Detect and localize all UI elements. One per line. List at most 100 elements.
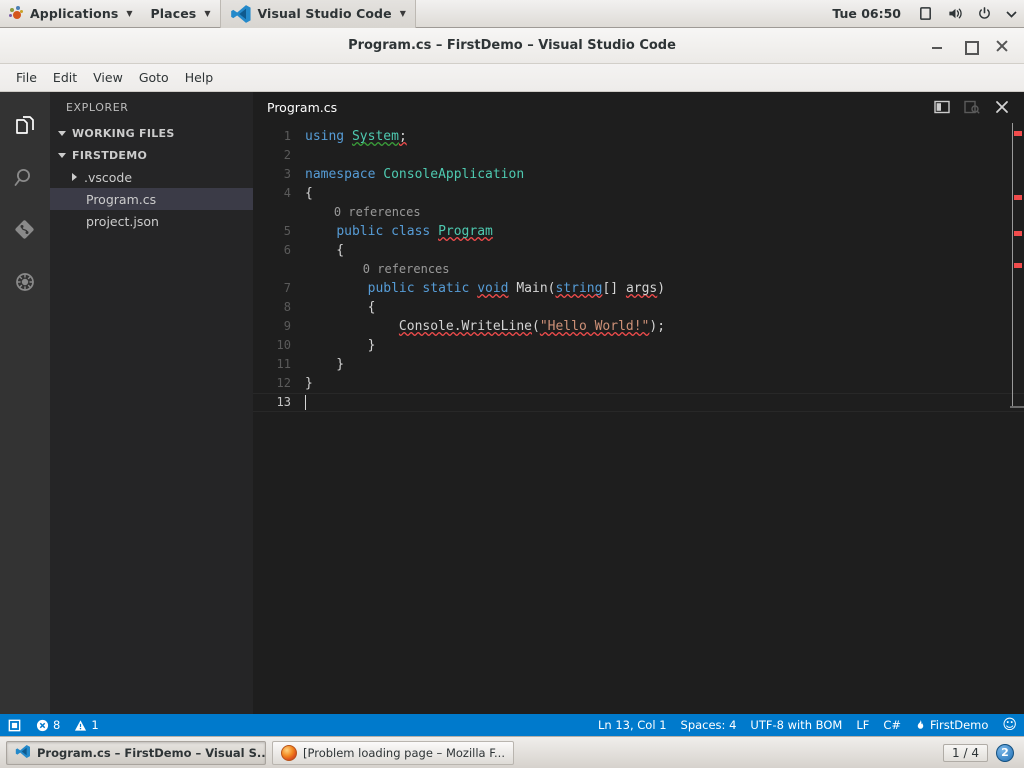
workspace-pager[interactable]: 1 / 4: [943, 743, 988, 762]
code-token: []: [602, 281, 626, 296]
status-language-mode[interactable]: C#: [876, 714, 908, 736]
overview-ruler[interactable]: [1010, 123, 1024, 714]
minimize-button[interactable]: [930, 38, 946, 54]
workbench-body: EXPLORER WORKING FILES FIRSTDEMO .vscode…: [0, 92, 1024, 714]
volume-icon[interactable]: [940, 6, 970, 21]
status-errors[interactable]: 8: [29, 714, 67, 736]
code-line[interactable]: 10 }: [253, 336, 1024, 355]
error-marker: [1014, 231, 1022, 236]
line-number: 2: [283, 148, 291, 162]
line-number: 6: [283, 243, 291, 257]
status-indentation[interactable]: Spaces: 4: [674, 714, 744, 736]
code-token: 0 references: [305, 262, 450, 276]
code-line[interactable]: 6 {: [253, 241, 1024, 260]
code-token: }: [305, 376, 313, 391]
sidebar-explorer: EXPLORER WORKING FILES FIRSTDEMO .vscode…: [50, 92, 253, 714]
desktop-taskbar: Program.cs – FirstDemo – Visual S... [Pr…: [0, 736, 1024, 768]
status-bar-left: 8 1: [0, 714, 106, 736]
files-icon: [16, 116, 34, 134]
panel-clock[interactable]: Tue 06:50: [822, 6, 911, 21]
sidebar-item-project-json[interactable]: project.json: [50, 210, 253, 232]
code-line-text: [253, 393, 1024, 412]
status-bar-right: Ln 13, Col 1 Spaces: 4 UTF-8 with BOM LF…: [591, 714, 1024, 736]
code-token: ): [657, 281, 666, 296]
status-cursor-position[interactable]: Ln 13, Col 1: [591, 714, 674, 736]
status-encoding[interactable]: UTF-8 with BOM: [743, 714, 849, 736]
code-line[interactable]: 0 references: [253, 203, 1024, 222]
code-token: "Hello World!": [539, 319, 650, 334]
menu-view[interactable]: View: [85, 67, 131, 88]
places-menu[interactable]: Places ▼: [142, 0, 220, 28]
menu-file[interactable]: File: [8, 67, 45, 88]
activitybar-item-source-control[interactable]: [0, 204, 50, 256]
vscode-window: Program.cs – FirstDemo – Visual Studio C…: [0, 28, 1024, 736]
sidebar-item-program-cs[interactable]: Program.cs: [50, 188, 253, 210]
sidebar-section-working-files[interactable]: WORKING FILES: [50, 122, 253, 144]
code-token: 0 references: [305, 205, 421, 219]
code-token: System: [351, 129, 399, 144]
code-line[interactable]: 4{: [253, 184, 1024, 203]
code-line[interactable]: 7 public static void Main(string[] args): [253, 279, 1024, 298]
split-editor-icon[interactable]: [934, 99, 950, 115]
tab-program-cs[interactable]: Program.cs: [253, 92, 352, 122]
code-line-text: Console.WriteLine("Hello World!");: [305, 317, 1024, 336]
window-titlebar: Program.cs – FirstDemo – Visual Studio C…: [0, 28, 1024, 64]
code-line-text: }: [305, 355, 1024, 374]
code-line[interactable]: 3 namespace ConsoleApplication: [253, 165, 1024, 184]
chevron-down-icon[interactable]: [999, 10, 1024, 18]
chevron-down-icon: ▼: [126, 9, 133, 18]
status-feedback-smiley[interactable]: ☺: [995, 714, 1024, 736]
status-eol[interactable]: LF: [849, 714, 876, 736]
workspace-badge[interactable]: 2: [996, 743, 1014, 762]
desktop-screen: Applications ▼ Places ▼ Visual Studio Co…: [0, 0, 1024, 768]
sidebar-item-vscode-folder[interactable]: .vscode: [50, 166, 253, 188]
activitybar-item-debug[interactable]: [0, 256, 50, 308]
status-project[interactable]: FirstDemo: [908, 714, 995, 736]
status-warnings[interactable]: 1: [67, 714, 105, 736]
taskbar-item-vscode[interactable]: Program.cs – FirstDemo – Visual S...: [6, 740, 266, 765]
code-line[interactable]: 12}: [253, 374, 1024, 393]
code-line[interactable]: 9 Console.WriteLine("Hello World!");: [253, 317, 1024, 336]
code-token: {: [305, 243, 345, 258]
menu-help[interactable]: Help: [177, 67, 222, 88]
display-icon[interactable]: [911, 6, 940, 21]
chevron-down-icon: [58, 130, 66, 136]
code-line[interactable]: 1 using System;: [253, 127, 1024, 146]
active-app-menu[interactable]: Visual Studio Code ▼: [219, 0, 416, 28]
code-line[interactable]: 11 }: [253, 355, 1024, 374]
activitybar-item-explorer[interactable]: [0, 100, 50, 152]
applications-menu[interactable]: Applications ▼: [0, 0, 142, 28]
code-token: );: [649, 319, 666, 334]
power-icon[interactable]: [970, 6, 999, 21]
code-line-text: public static void Main(string[] args): [305, 279, 1024, 298]
code-line[interactable]: 2: [253, 146, 1024, 165]
menu-goto[interactable]: Goto: [131, 67, 177, 88]
menu-edit[interactable]: Edit: [45, 67, 85, 88]
sidebar-section-firstdemo[interactable]: FIRSTDEMO: [50, 144, 253, 166]
code-line-text: {: [305, 241, 1024, 260]
line-number: 4: [283, 186, 291, 200]
editor-group: Program.cs 1 using System; 2 3 namespace…: [253, 92, 1024, 714]
taskbar-right: 1 / 4 2: [943, 743, 1018, 762]
code-line[interactable]: 8 {: [253, 298, 1024, 317]
code-content[interactable]: 1 using System; 2 3 namespace ConsoleApplica…: [253, 123, 1024, 714]
line-number: 13: [276, 395, 291, 409]
scrollbar-thumb[interactable]: [1012, 123, 1013, 408]
taskbar-item-firefox[interactable]: [Problem loading page – Mozilla F...: [272, 740, 514, 765]
close-button[interactable]: [994, 38, 1010, 54]
code-line-text: using System;: [305, 127, 1024, 146]
editor-viewport[interactable]: 1 using System; 2 3 namespace ConsoleApplica…: [253, 123, 1024, 714]
line-number: 3: [283, 167, 291, 181]
taskbar-item-label: [Problem loading page – Mozilla F...: [303, 745, 505, 760]
activitybar-item-search[interactable]: [0, 152, 50, 204]
line-number: [253, 203, 305, 222]
code-line[interactable]: 13: [253, 393, 1024, 412]
line-number: 12: [276, 376, 291, 390]
code-line[interactable]: 0 references: [253, 260, 1024, 279]
preview-icon[interactable]: [964, 99, 980, 115]
status-remote-icon[interactable]: [0, 714, 29, 736]
close-icon[interactable]: [994, 99, 1010, 115]
code-line[interactable]: 5 public class Program: [253, 222, 1024, 241]
code-token: }: [305, 357, 345, 372]
maximize-button[interactable]: [962, 38, 979, 55]
